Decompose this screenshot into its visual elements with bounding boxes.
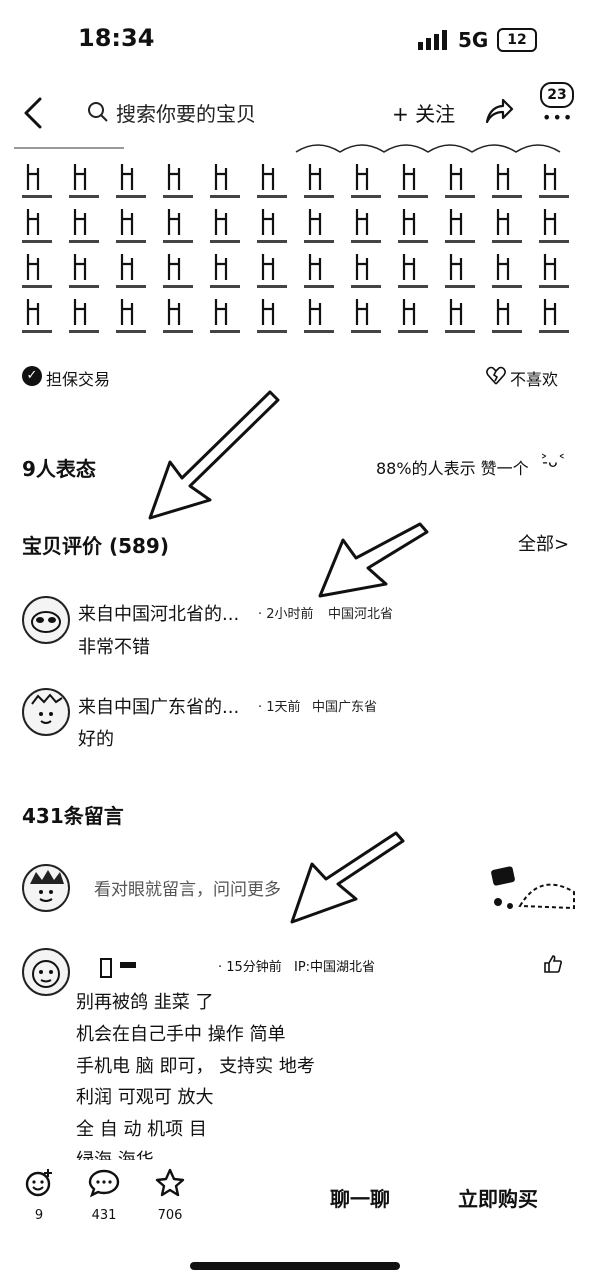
star-icon[interactable] bbox=[155, 1168, 185, 1198]
comment-icon[interactable] bbox=[88, 1168, 120, 1198]
chat-button[interactable]: 聊一聊 bbox=[330, 1183, 390, 1212]
home-indicator[interactable] bbox=[190, 1262, 400, 1270]
emoji-like-icon[interactable] bbox=[24, 1168, 54, 1198]
favorite-count: 706 bbox=[157, 1208, 183, 1223]
buy-now-button[interactable]: 立即购买 bbox=[458, 1183, 538, 1212]
like-count: 9 bbox=[34, 1208, 44, 1223]
comment-count: 431 bbox=[91, 1208, 117, 1223]
annotation-arrows bbox=[148, 390, 429, 924]
